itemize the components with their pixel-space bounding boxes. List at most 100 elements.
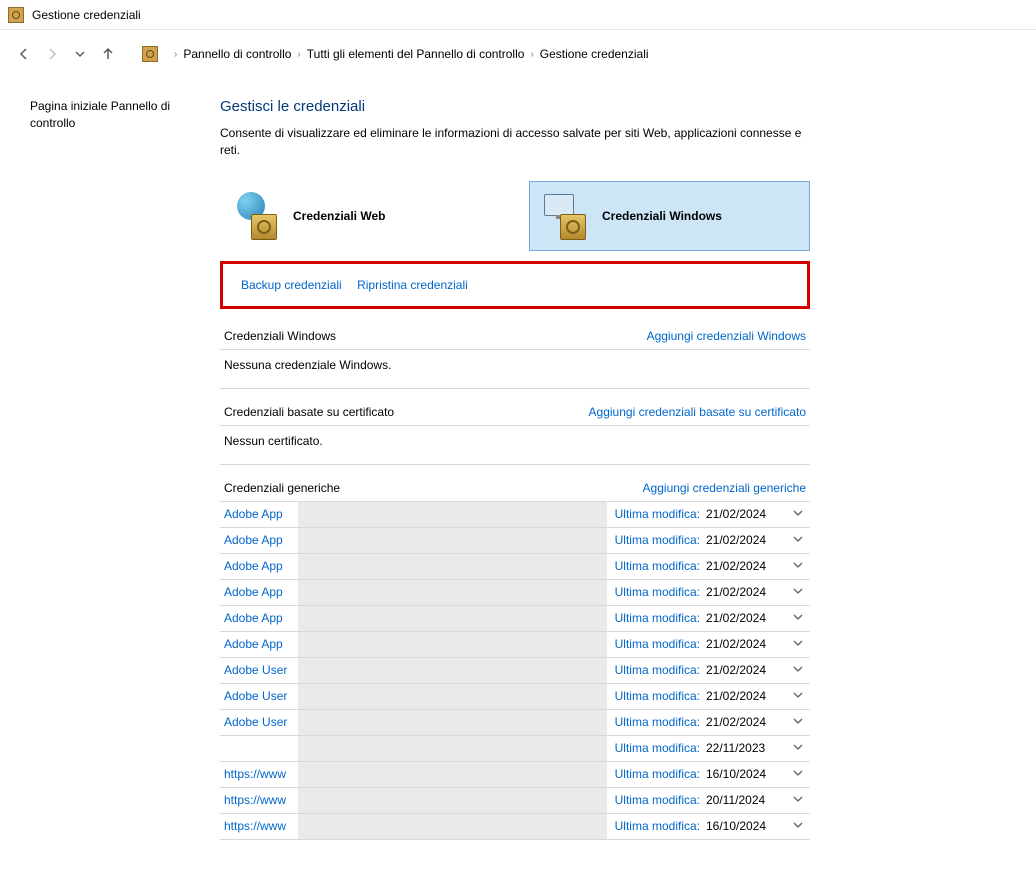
add-generic-credential[interactable]: Aggiungi credenziali generiche [643, 481, 806, 495]
back-button[interactable] [10, 40, 38, 68]
modified-label: Ultima modifica: [615, 741, 700, 755]
chevron-down-icon[interactable] [786, 533, 810, 548]
credential-obscured [298, 606, 607, 631]
chevron-down-icon[interactable] [786, 741, 810, 756]
chevron-down-icon[interactable] [786, 793, 810, 808]
recent-dropdown[interactable] [66, 40, 94, 68]
credential-name[interactable]: Adobe App [220, 611, 298, 625]
modified-date: 21/02/2024 [706, 585, 786, 599]
credential-row[interactable]: Adobe AppUltima modifica:21/02/2024 [220, 502, 810, 528]
credential-name[interactable]: https://www [220, 819, 298, 833]
section-windows-title: Credenziali Windows [224, 329, 336, 343]
modified-date: 21/02/2024 [706, 663, 786, 677]
credential-obscured [298, 710, 607, 735]
credential-name[interactable]: Adobe App [220, 585, 298, 599]
chevron-down-icon[interactable] [786, 767, 810, 782]
modified-date: 22/11/2023 [706, 741, 786, 755]
credential-obscured [298, 554, 607, 579]
chevron-down-icon[interactable] [786, 585, 810, 600]
credential-name[interactable]: Adobe App [220, 533, 298, 547]
restore-link[interactable]: Ripristina credenziali [357, 278, 468, 292]
modified-label: Ultima modifica: [615, 715, 700, 729]
credential-row[interactable]: Adobe AppUltima modifica:21/02/2024 [220, 528, 810, 554]
add-cert-credential[interactable]: Aggiungi credenziali basate su certifica… [589, 405, 806, 419]
chevron-right-icon[interactable]: › [174, 49, 177, 60]
chevron-down-icon[interactable] [786, 611, 810, 626]
credential-name[interactable]: https://www [220, 793, 298, 807]
credential-name[interactable]: Adobe App [220, 559, 298, 573]
modified-date: 21/02/2024 [706, 689, 786, 703]
credential-row[interactable]: Adobe AppUltima modifica:21/02/2024 [220, 554, 810, 580]
credential-name[interactable]: Adobe App [220, 507, 298, 521]
category-web[interactable]: Credenziali Web [220, 181, 501, 251]
credential-obscured [298, 788, 607, 813]
credential-obscured [298, 632, 607, 657]
credential-row[interactable]: Adobe AppUltima modifica:21/02/2024 [220, 606, 810, 632]
modified-date: 21/02/2024 [706, 559, 786, 573]
control-panel-icon [142, 46, 158, 62]
backup-link[interactable]: Backup credenziali [241, 278, 342, 292]
chevron-down-icon[interactable] [786, 637, 810, 652]
modified-label: Ultima modifica: [615, 793, 700, 807]
chevron-down-icon[interactable] [786, 663, 810, 678]
chevron-right-icon[interactable]: › [297, 49, 300, 60]
category-row: Credenziali Web Credenziali Windows [220, 181, 810, 251]
credential-row[interactable]: Adobe AppUltima modifica:21/02/2024 [220, 580, 810, 606]
credential-row[interactable]: https://www Ultima modifica: 20/11/2024 [220, 788, 810, 814]
credential-obscured [298, 580, 607, 605]
modified-date: 21/02/2024 [706, 637, 786, 651]
modified-label: Ultima modifica: [615, 689, 700, 703]
add-windows-credential[interactable]: Aggiungi credenziali Windows [647, 329, 806, 343]
section-generic-title: Credenziali generiche [224, 481, 340, 495]
chevron-right-icon[interactable]: › [530, 49, 533, 60]
credential-obscured [298, 814, 607, 839]
credential-obscured [298, 658, 607, 683]
chevron-down-icon[interactable] [786, 689, 810, 704]
forward-button[interactable] [38, 40, 66, 68]
credential-obscured [298, 502, 607, 527]
credential-name[interactable]: Adobe User [220, 663, 298, 677]
chevron-down-icon[interactable] [786, 559, 810, 574]
credential-row[interactable]: Adobe User Ultima modifica: 21/02/2024 [220, 684, 810, 710]
modified-date: 21/02/2024 [706, 533, 786, 547]
section-cert: Credenziali basate su certificato Aggiun… [220, 399, 810, 465]
breadcrumb-item[interactable]: Pannello di controllo [183, 47, 291, 61]
chevron-down-icon[interactable] [786, 507, 810, 522]
breadcrumb-item[interactable]: Tutti gli elementi del Pannello di contr… [307, 47, 525, 61]
modified-date: 16/10/2024 [706, 819, 786, 833]
modified-date: 21/02/2024 [706, 611, 786, 625]
sidebar-home-link[interactable]: Pagina iniziale Pannello di controllo [30, 98, 210, 132]
modified-label: Ultima modifica: [615, 507, 700, 521]
window-title-bar: Gestione credenziali [0, 0, 1036, 30]
credential-obscured [298, 528, 607, 553]
section-cert-empty: Nessun certificato. [220, 426, 810, 465]
chevron-down-icon[interactable] [786, 715, 810, 730]
section-windows-empty: Nessuna credenziale Windows. [220, 350, 810, 389]
modified-date: 16/10/2024 [706, 767, 786, 781]
modified-label: Ultima modifica: [615, 637, 700, 651]
breadcrumb-item[interactable]: Gestione credenziali [540, 47, 649, 61]
credential-obscured [298, 736, 607, 761]
category-windows[interactable]: Credenziali Windows [529, 181, 810, 251]
credential-name[interactable]: Adobe User [220, 689, 298, 703]
modified-date: 21/02/2024 [706, 715, 786, 729]
category-web-label: Credenziali Web [293, 209, 385, 223]
credential-name[interactable]: https://www [220, 767, 298, 781]
window-title: Gestione credenziali [32, 8, 141, 22]
credential-name[interactable]: Adobe User [220, 715, 298, 729]
credential-row[interactable]: Adobe User Ultima modifica: 21/02/2024 [220, 710, 810, 736]
credential-row[interactable]: Adobe UserUltima modifica:21/02/2024 [220, 658, 810, 684]
modified-date: 20/11/2024 [706, 793, 786, 807]
category-windows-label: Credenziali Windows [602, 209, 722, 223]
credential-row[interactable]: https://www Ultima modifica: 16/10/2024 [220, 814, 810, 840]
credential-row[interactable]: https://wwwUltima modifica:16/10/2024 [220, 762, 810, 788]
credential-name[interactable]: Adobe App [220, 637, 298, 651]
backup-restore-box: Backup credenziali Ripristina credenzial… [220, 261, 810, 309]
credential-row[interactable]: Adobe App Ultima modifica: 21/02/2024 [220, 632, 810, 658]
up-button[interactable] [94, 40, 122, 68]
monitor-vault-icon [542, 192, 590, 240]
modified-label: Ultima modifica: [615, 819, 700, 833]
credential-row[interactable]: Ultima modifica: 22/11/2023 [220, 736, 810, 762]
chevron-down-icon[interactable] [786, 819, 810, 834]
section-windows: Credenziali Windows Aggiungi credenziali… [220, 323, 810, 389]
